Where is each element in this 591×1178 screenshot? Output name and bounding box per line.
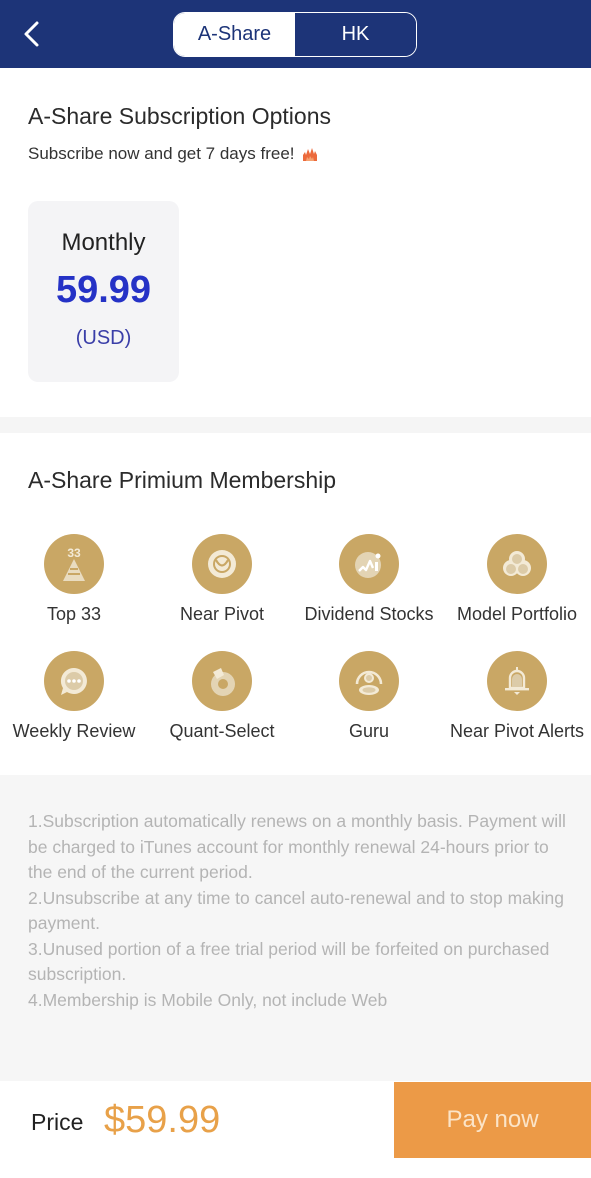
- subscription-title: A-Share Subscription Options: [28, 103, 331, 129]
- feature-label: Model Portfolio: [456, 604, 578, 624]
- feature-label: Dividend Stocks: [304, 604, 434, 624]
- chat-bubble-icon: [44, 651, 104, 711]
- feature-label: Guru: [348, 721, 390, 741]
- guru-person-icon: [339, 651, 399, 711]
- back-button[interactable]: [18, 18, 48, 50]
- term-item: 3.Unused portion of a free trial period …: [28, 938, 550, 985]
- price-label: Price: [31, 1109, 84, 1135]
- feature-top-33[interactable]: 33 Top 33: [0, 534, 148, 625]
- terms-text: 1.Subscription automatically renews on a…: [28, 809, 573, 1013]
- feature-weekly-review[interactable]: Weekly Review: [0, 651, 148, 742]
- section-divider: [0, 417, 591, 433]
- term-item: 1.Subscription automatically renews on a…: [28, 811, 566, 882]
- pay-now-button[interactable]: Pay now: [394, 1082, 591, 1158]
- chevron-left-icon: [24, 21, 39, 47]
- tab-hk[interactable]: HK: [295, 13, 416, 56]
- term-item: 4.Membership is Mobile Only, not include…: [28, 989, 388, 1010]
- price-value: $59.99: [104, 1099, 221, 1141]
- term-item: 2.Unsubscribe at any time to cancel auto…: [28, 887, 564, 934]
- plan-price: 59.99: [55, 269, 152, 311]
- feature-dividend-stocks[interactable]: Dividend Stocks: [295, 534, 443, 625]
- flame-icon: [302, 148, 317, 161]
- feature-near-pivot-alerts[interactable]: Near Pivot Alerts: [443, 651, 591, 742]
- feature-guru[interactable]: Guru: [295, 651, 443, 742]
- plan-card-monthly[interactable]: Monthly 59.99 (USD): [28, 201, 179, 382]
- terms-section: 1.Subscription automatically renews on a…: [0, 775, 591, 1081]
- market-segmented-control: A-Share HK: [173, 12, 417, 57]
- feature-quant-select[interactable]: Quant-Select: [148, 651, 296, 742]
- feature-label: Weekly Review: [12, 721, 136, 741]
- feature-label: Near Pivot: [179, 604, 265, 624]
- feature-near-pivot[interactable]: Near Pivot: [148, 534, 296, 625]
- tab-a-share[interactable]: A-Share: [174, 13, 295, 56]
- checkout-bar: Price $59.99 Pay now: [0, 1081, 591, 1178]
- membership-title: A-Share Primium Membership: [28, 467, 337, 493]
- feature-label: Near Pivot Alerts: [449, 721, 585, 741]
- dividend-chart-icon: [339, 534, 399, 594]
- top33-pyramid-icon: 33: [44, 534, 104, 594]
- feature-label: Top 33: [46, 604, 102, 624]
- svg-text:33: 33: [67, 546, 81, 560]
- bell-icon: [487, 651, 547, 711]
- subscription-subtitle: Subscribe now and get 7 days free!: [28, 144, 319, 164]
- plan-currency: (USD): [75, 327, 132, 349]
- navbar: A-Share HK: [0, 0, 591, 68]
- portfolio-circles-icon: [487, 534, 547, 594]
- plan-name: Monthly: [61, 229, 146, 256]
- feature-label: Quant-Select: [169, 721, 275, 741]
- pivot-circle-icon: [192, 534, 252, 594]
- quant-ring-icon: [192, 651, 252, 711]
- feature-model-portfolio[interactable]: Model Portfolio: [443, 534, 591, 625]
- subtitle-text: Subscribe now and get 7 days free!: [28, 144, 295, 163]
